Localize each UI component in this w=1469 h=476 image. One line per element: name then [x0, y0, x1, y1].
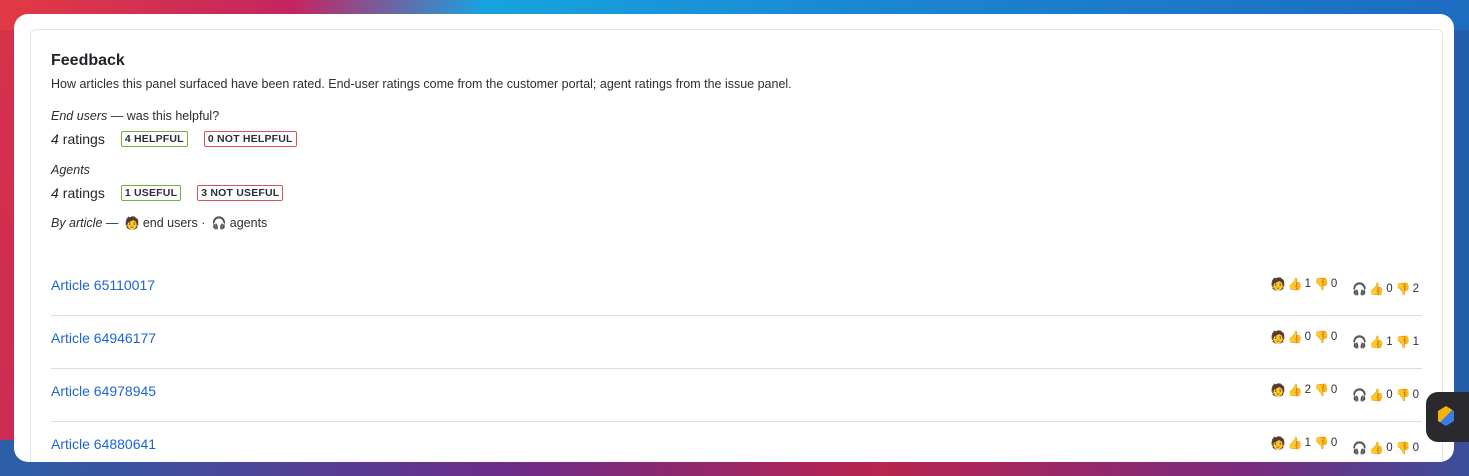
article-ratings: 🧑 👍 2 👎 0 🎧 👍 0 👎 0	[1259, 383, 1422, 402]
by-article-sep: —	[102, 216, 122, 230]
agent-up-count: 0	[1386, 283, 1393, 295]
agent-ratings: 🎧 👍 1 👎 1	[1352, 335, 1422, 349]
headphones-icon: 🎧	[1352, 335, 1368, 349]
end-users-label-em: End users	[51, 109, 108, 123]
article-link[interactable]: Article 64946177	[51, 330, 156, 346]
thumbs-down-icon: 👎	[1395, 335, 1411, 349]
thumbs-up-icon: 👍	[1369, 441, 1385, 455]
thumbs-down-icon: 👎	[1395, 282, 1411, 296]
end-users-label-rest: — was this helpful?	[107, 109, 220, 123]
useful-badge: 1 USEFUL	[120, 185, 182, 201]
app-window: Feedback How articles this panel surface…	[14, 14, 1454, 462]
thumbs-down-icon: 👎	[1313, 277, 1329, 291]
agents-label-em: Agents	[51, 163, 90, 177]
end-user-up-count: 0	[1304, 331, 1311, 343]
end-user-up-count: 2	[1304, 384, 1311, 396]
agents-rating-count: 4	[51, 185, 59, 201]
end-user-icon: 🧑	[124, 216, 140, 230]
article-row: Article 64880641 🧑 👍 1 👎 0 🎧 👍 0 👎 0	[51, 421, 1422, 462]
agents-legend-text: agents	[229, 216, 268, 230]
thumbs-down-icon: 👎	[1313, 436, 1329, 450]
article-link[interactable]: Article 64880641	[51, 436, 156, 452]
headphones-icon: 🎧	[211, 216, 227, 230]
headphones-icon: 🎧	[1352, 388, 1368, 402]
end-user-icon: 🧑	[1270, 436, 1286, 450]
thumbs-up-icon: 👍	[1369, 388, 1385, 402]
article-row: Article 64946177 🧑 👍 0 👎 0 🎧 👍 1 👎 1	[51, 315, 1422, 369]
article-link[interactable]: Article 65110017	[51, 277, 155, 293]
article-row: Article 64978945 🧑 👍 2 👎 0 🎧 👍 0 👎 0	[51, 368, 1422, 422]
agent-down-count: 0	[1412, 389, 1419, 401]
thumbs-down-icon: 👎	[1395, 441, 1411, 455]
helpful-badge: 4 HELPFUL	[120, 131, 188, 147]
legend-dot: ·	[197, 216, 209, 230]
end-user-down-count: 0	[1330, 384, 1338, 396]
app-logo-icon	[1438, 406, 1454, 426]
not-helpful-badge: 0 NOT HELPFUL	[203, 131, 297, 147]
agent-down-count: 1	[1412, 336, 1419, 348]
by-article-label: By article	[51, 216, 103, 230]
thumbs-down-icon: 👎	[1313, 330, 1329, 344]
agents-rating-row: 4 ratings 1 USEFUL 3 NOT USEFUL	[51, 185, 299, 201]
end-user-icon: 🧑	[1270, 330, 1286, 344]
thumbs-up-icon: 👍	[1287, 330, 1303, 344]
end-user-up-count: 1	[1304, 437, 1311, 449]
agents-label: Agents	[51, 163, 90, 177]
agent-down-count: 2	[1412, 283, 1419, 295]
feedback-panel: Feedback How articles this panel surface…	[30, 29, 1443, 462]
end-users-legend-text: end users	[142, 216, 198, 230]
thumbs-up-icon: 👍	[1369, 282, 1385, 296]
thumbs-up-icon: 👍	[1369, 335, 1385, 349]
article-ratings: 🧑 👍 1 👎 0 🎧 👍 0 👎 2	[1259, 277, 1422, 296]
end-user-down-count: 0	[1330, 437, 1338, 449]
agent-ratings: 🎧 👍 0 👎 0	[1352, 388, 1422, 402]
thumbs-down-icon: 👎	[1395, 388, 1411, 402]
panel-description: How articles this panel surfaced have be…	[51, 77, 792, 91]
agent-ratings: 🎧 👍 0 👎 0	[1352, 441, 1422, 455]
agent-down-count: 0	[1412, 442, 1419, 454]
end-user-down-count: 0	[1330, 331, 1338, 343]
thumbs-up-icon: 👍	[1287, 277, 1303, 291]
agent-up-count: 0	[1386, 442, 1393, 454]
end-users-rating-row: 4 ratings 4 HELPFUL 0 NOT HELPFUL	[51, 131, 313, 147]
thumbs-up-icon: 👍	[1287, 436, 1303, 450]
end-user-ratings: 🧑 👍 0 👎 0	[1271, 330, 1341, 344]
agent-ratings: 🎧 👍 0 👎 2	[1352, 282, 1422, 296]
panel-title: Feedback	[51, 52, 125, 69]
end-user-ratings: 🧑 👍 1 👎 0	[1271, 436, 1341, 450]
article-row: Article 65110017 🧑 👍 1 👎 0 🎧 👍 0 👎 2	[51, 262, 1422, 316]
article-link[interactable]: Article 64978945	[51, 383, 156, 399]
agent-up-count: 1	[1386, 336, 1393, 348]
end-user-ratings: 🧑 👍 2 👎 0	[1271, 383, 1341, 397]
agents-rating-unit: ratings	[62, 185, 105, 201]
end-user-icon: 🧑	[1270, 277, 1286, 291]
headphones-icon: 🎧	[1352, 441, 1368, 455]
end-users-rating-unit: ratings	[62, 131, 105, 147]
agent-up-count: 0	[1386, 389, 1393, 401]
article-ratings: 🧑 👍 1 👎 0 🎧 👍 0 👎 0	[1259, 436, 1422, 455]
headphones-icon: 🎧	[1352, 282, 1368, 296]
end-user-up-count: 1	[1304, 278, 1311, 290]
by-article-legend: By article — 🧑 end users · 🎧 agents	[51, 216, 267, 230]
thumbs-up-icon: 👍	[1287, 383, 1303, 397]
thumbs-down-icon: 👎	[1313, 383, 1329, 397]
end-user-ratings: 🧑 👍 1 👎 0	[1271, 277, 1341, 291]
end-user-down-count: 0	[1330, 278, 1338, 290]
end-users-rating-count: 4	[51, 131, 59, 147]
end-users-label: End users — was this helpful?	[51, 109, 219, 123]
not-useful-badge: 3 NOT USEFUL	[197, 185, 284, 201]
article-ratings: 🧑 👍 0 👎 0 🎧 👍 1 👎 1	[1259, 330, 1422, 349]
app-dock-icon[interactable]	[1426, 392, 1469, 442]
end-user-icon: 🧑	[1270, 383, 1286, 397]
